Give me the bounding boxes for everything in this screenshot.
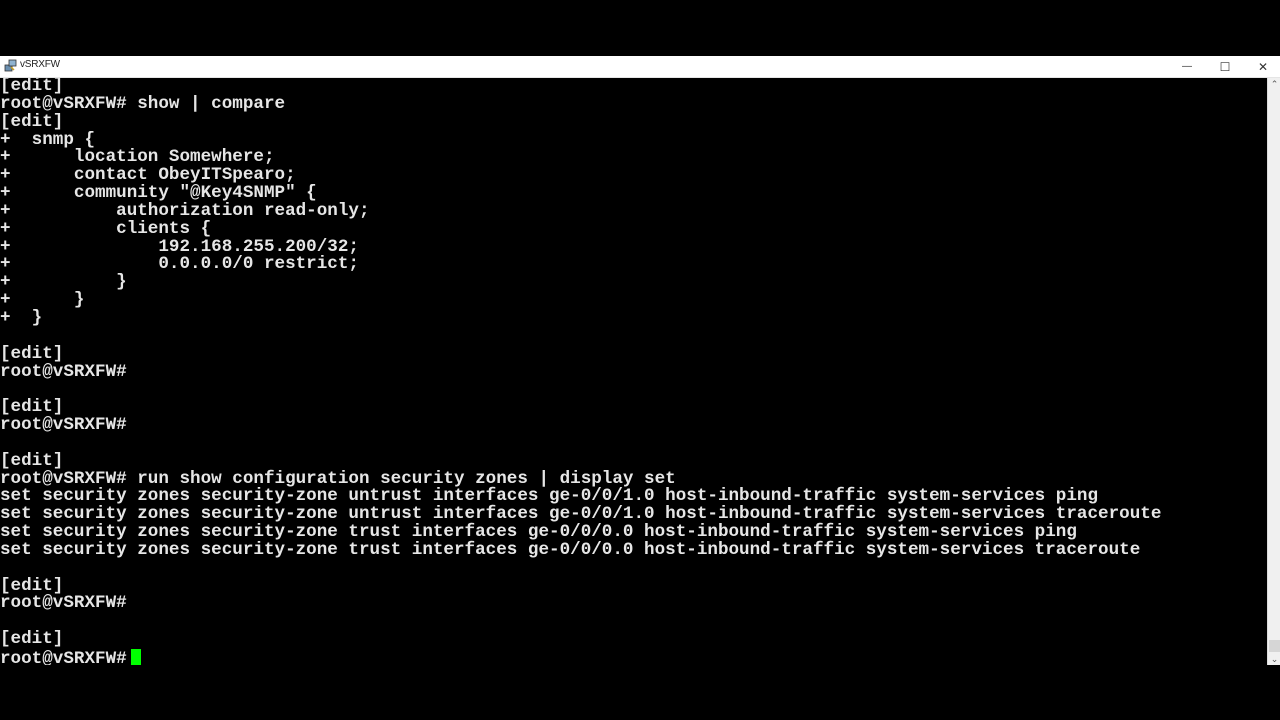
- terminal-line: root@vSRXFW# show | compare: [0, 93, 286, 114]
- maximize-icon: ☐: [1219, 59, 1231, 74]
- terminal-line: [edit]: [0, 343, 64, 364]
- close-button[interactable]: ✕: [1244, 56, 1280, 77]
- minimize-icon: —: [1182, 61, 1192, 72]
- terminal-line: + }: [0, 272, 127, 293]
- putty-terminal-icon[interactable]: [4, 59, 18, 73]
- text-cursor: [130, 649, 141, 665]
- command-prompt-line[interactable]: root@vSRXFW#: [0, 649, 1161, 665]
- title-bar[interactable]: vSRXFW — ☐ ✕: [0, 56, 1280, 78]
- terminal-output[interactable]: [edit] root@vSRXFW# show | compare [edit] +…: [0, 78, 1267, 665]
- minimize-button[interactable]: —: [1168, 56, 1206, 77]
- terminal-line: root@vSRXFW#: [0, 361, 127, 382]
- scroll-up-icon[interactable]: ⌃: [1268, 78, 1280, 90]
- terminal-line: [edit]: [0, 450, 64, 471]
- scrollbar-thumb[interactable]: [1269, 640, 1280, 652]
- terminal-line: root@vSRXFW#: [0, 415, 127, 436]
- terminal-line: [edit]: [0, 575, 64, 596]
- terminal-lines: [edit] root@vSRXFW# show | compare [edit] +…: [0, 78, 1161, 665]
- terminal-line: set security zones security-zone trust i…: [0, 539, 1141, 560]
- maximize-button[interactable]: ☐: [1206, 56, 1244, 77]
- scroll-down-icon[interactable]: ⌄: [1268, 653, 1280, 665]
- terminal-line: + 0.0.0.0/0 restrict;: [0, 254, 359, 275]
- close-icon: ✕: [1257, 59, 1269, 74]
- terminal-line: [edit]: [0, 629, 64, 650]
- terminal-line: + clients {: [0, 218, 212, 239]
- terminal-window: vSRXFW — ☐ ✕ [edit] root@vSRXFW# show | c…: [0, 56, 1280, 665]
- terminal-line: [edit]: [0, 111, 64, 132]
- command-prompt: root@vSRXFW#: [0, 649, 127, 665]
- window-title: vSRXFW: [20, 59, 60, 70]
- terminal-line: root@vSRXFW#: [0, 593, 127, 614]
- terminal-line: + }: [0, 290, 85, 311]
- terminal-line: + }: [0, 307, 43, 328]
- terminal-line: [edit]: [0, 397, 64, 418]
- vertical-scrollbar[interactable]: ⌃ ⌄: [1267, 78, 1280, 665]
